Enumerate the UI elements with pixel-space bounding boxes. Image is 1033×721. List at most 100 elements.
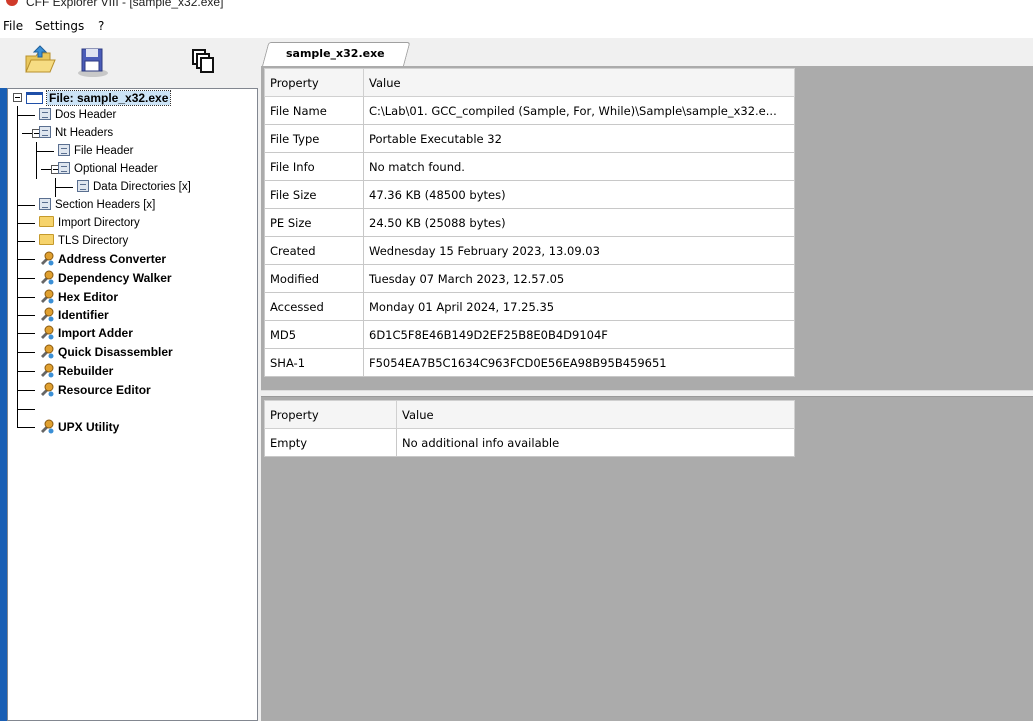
cell-property: SHA-1 [264, 348, 364, 377]
tree-item-tls-directory[interactable]: TLS Directory [39, 232, 128, 250]
tree-item-label: Rebuilder [58, 364, 114, 378]
table-row[interactable]: Modified Tuesday 07 March 2023, 12.57.05 [264, 264, 795, 293]
cell-value[interactable]: Tuesday 07 March 2023, 12.57.05 [363, 264, 795, 293]
table-row[interactable]: File Info No match found. [264, 152, 795, 181]
table-row[interactable]: MD5 6D1C5F8E46B149D2EF25B8E0B4D9104F [264, 320, 795, 349]
tree-item-file-header[interactable]: File Header [58, 142, 133, 160]
cell-property: File Name [264, 96, 364, 125]
tree-item-resource-editor[interactable]: Resource Editor [39, 381, 151, 399]
tree-item-label: Import Directory [58, 217, 140, 229]
table-row[interactable]: PE Size 24.50 KB (25088 bytes) [264, 208, 795, 237]
page-icon [77, 179, 89, 192]
cell-value[interactable]: 47.36 KB (48500 bytes) [363, 180, 795, 209]
cell-property: PE Size [264, 208, 364, 237]
tree-item-nt-headers[interactable]: Nt Headers [39, 124, 113, 142]
cell-value[interactable]: C:\Lab\01. GCC_compiled (Sample, For, Wh… [363, 96, 795, 125]
tree-item-optional-header[interactable]: Optional Header [58, 160, 158, 178]
tree-item-hex-editor[interactable]: Hex Editor [39, 288, 118, 306]
tree-item-label: Address Converter [58, 252, 167, 266]
table-row[interactable]: Created Wednesday 15 February 2023, 13.09… [264, 236, 795, 265]
tool-icon [41, 289, 54, 304]
tree-item-dos-header[interactable]: Dos Header [39, 106, 116, 124]
tree-item-upx-utility[interactable]: UPX Utility [39, 418, 119, 436]
menu-help[interactable]: ? [98, 19, 104, 33]
tree-item-identifier[interactable]: Identifier [39, 306, 109, 324]
tool-icon [41, 419, 54, 434]
column-header-value[interactable]: Value [363, 68, 795, 97]
cell-property: File Info [264, 152, 364, 181]
tree-item-label: Quick Disassembler [58, 345, 173, 359]
tree-view[interactable]: File: sample_x32.exe Dos Header Nt Heade… [7, 88, 258, 721]
table-header-row: Property Value [264, 400, 795, 429]
table-row[interactable]: File Name C:\Lab\01. GCC_compiled (Sample… [264, 96, 795, 125]
page-icon [58, 161, 70, 174]
tree-item-section-headers[interactable]: Section Headers [x] [39, 196, 155, 214]
tree-item-import-adder[interactable]: Import Adder [39, 324, 133, 342]
toolbar [0, 38, 258, 88]
tool-icon [41, 382, 54, 397]
column-header-value[interactable]: Value [396, 400, 795, 429]
cell-value[interactable]: 24.50 KB (25088 bytes) [363, 208, 795, 237]
window-edge [0, 88, 7, 721]
cell-property: File Size [264, 180, 364, 209]
tree-item-label: Identifier [58, 308, 109, 322]
folder-icon [39, 216, 54, 228]
tool-icon [41, 363, 54, 378]
tree-item-label: UPX Utility [58, 420, 120, 434]
tree-item-label: Nt Headers [55, 127, 114, 139]
tool-icon [41, 270, 54, 285]
cell-value[interactable]: 6D1C5F8E46B149D2EF25B8E0B4D9104F [363, 320, 795, 349]
cell-property: Empty [264, 428, 397, 457]
content-area: Property Value File Name C:\Lab\01. GCC_c… [258, 66, 1033, 721]
table-row[interactable]: File Size 47.36 KB (48500 bytes) [264, 180, 795, 209]
windows-icon[interactable] [183, 42, 223, 82]
tree-item-label: Resource Editor [58, 383, 151, 397]
save-disk-icon[interactable] [73, 42, 113, 82]
pane-splitter[interactable] [261, 390, 1033, 397]
app-icon [6, 0, 18, 6]
table-row[interactable]: Empty No additional info available [264, 428, 795, 457]
cell-value[interactable]: No additional info available [396, 428, 795, 457]
tree-item-import-directory[interactable]: Import Directory [39, 214, 140, 232]
tree-item-data-directories[interactable]: Data Directories [x] [77, 178, 191, 196]
tree-item-label: Import Adder [58, 326, 133, 340]
window-title: CFF Explorer VIII - [sample_x32.exe] [26, 0, 224, 9]
tool-icon [41, 251, 54, 266]
cell-value[interactable]: Monday 01 April 2024, 17.25.35 [363, 292, 795, 321]
tab-label: sample_x32.exe [286, 47, 385, 60]
tree-item-label: Dos Header [55, 109, 117, 121]
table-row[interactable]: SHA-1 F5054EA7B5C1634C963FCD0E56EA98B95B4… [264, 348, 795, 377]
property-grid-top: Property Value File Name C:\Lab\01. GCC_c… [264, 68, 795, 377]
cell-value[interactable]: Portable Executable 32 [363, 124, 795, 153]
tree-item-label: Section Headers [x] [55, 199, 156, 211]
page-icon [39, 197, 51, 210]
column-header-property[interactable]: Property [264, 400, 397, 429]
cell-value[interactable]: Wednesday 15 February 2023, 13.09.03 [363, 236, 795, 265]
tool-icon [41, 344, 54, 359]
tree-item-label: Optional Header [74, 163, 158, 175]
page-icon [58, 143, 70, 156]
tree-item-label: Hex Editor [58, 290, 119, 304]
folder-icon [39, 234, 54, 246]
expand-toggle-root[interactable] [13, 93, 22, 102]
open-folder-icon[interactable] [20, 42, 60, 82]
tab-strip: sample_x32.exe [258, 38, 1033, 66]
tree-item-rebuilder[interactable]: Rebuilder [39, 362, 113, 380]
menu-file[interactable]: File [3, 19, 23, 33]
title-bar: CFF Explorer VIII - [sample_x32.exe] [0, 0, 1033, 14]
tree-root-file[interactable]: File: sample_x32.exe [26, 89, 172, 107]
cell-value[interactable]: No match found. [363, 152, 795, 181]
column-header-property[interactable]: Property [264, 68, 364, 97]
cell-property: File Type [264, 124, 364, 153]
file-icon [26, 91, 43, 104]
menu-bar: File Settings ? [0, 14, 1033, 38]
menu-settings[interactable]: Settings [35, 19, 84, 33]
tree-item-dependency-walker[interactable]: Dependency Walker [39, 269, 172, 287]
cell-property: Accessed [264, 292, 364, 321]
cell-value[interactable]: F5054EA7B5C1634C963FCD0E56EA98B95B459651 [363, 348, 795, 377]
tree-item-address-converter[interactable]: Address Converter [39, 250, 166, 268]
tree-item-label: Data Directories [x] [93, 181, 191, 193]
table-row[interactable]: Accessed Monday 01 April 2024, 17.25.35 [264, 292, 795, 321]
tree-item-quick-disassembler[interactable]: Quick Disassembler [39, 343, 173, 361]
table-row[interactable]: File Type Portable Executable 32 [264, 124, 795, 153]
